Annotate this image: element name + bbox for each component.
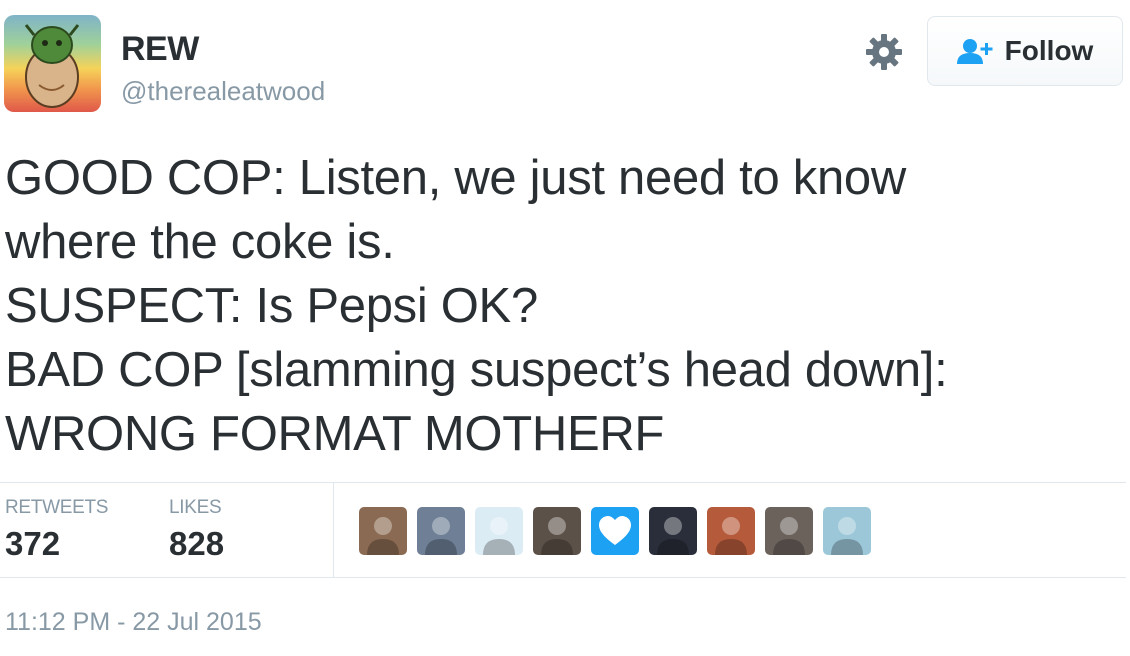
avatar-silhouette [425, 517, 457, 555]
likes-label: LIKES [169, 497, 222, 518]
avatar-silhouette [367, 517, 399, 555]
author-display-name[interactable]: REW [121, 30, 199, 69]
avatar-silhouette [831, 517, 863, 555]
likes-stat[interactable]: LIKES 828 [169, 497, 224, 563]
tweet-line: WRONG FORMAT MOTHERF [5, 407, 665, 461]
follow-button-label: Follow [1004, 35, 1094, 66]
tweet-line: where the coke is. [5, 215, 395, 269]
liker-avatar-4[interactable] [533, 507, 581, 555]
avatar-silhouette [657, 517, 689, 555]
retweets-label: RETWEETS [5, 497, 109, 518]
liker-avatar-3[interactable] [475, 507, 523, 555]
stats-divider [333, 483, 334, 577]
liker-avatar-2[interactable] [417, 507, 465, 555]
heart-icon [599, 516, 631, 545]
tweet-stats: RETWEETS 372 LIKES 828 [0, 482, 1126, 578]
author-avatar[interactable] [4, 15, 101, 112]
liker-avatar-9[interactable] [823, 507, 871, 555]
tweet-line: SUSPECT: Is Pepsi OK? [5, 279, 538, 333]
tweet-text: GOOD COP: Listen, we just need to know w… [5, 146, 1115, 466]
liker-avatar-8[interactable] [765, 507, 813, 555]
tweet-line: BAD COP [slamming suspect’s head down]: [5, 343, 948, 397]
author-handle[interactable]: @therealeatwood [121, 76, 325, 107]
likes-count: 828 [169, 525, 225, 562]
tweet-timestamp[interactable]: 11:12 PM - 22 Jul 2015 [5, 608, 262, 637]
liker-avatar-1[interactable] [359, 507, 407, 555]
retweets-count: 372 [5, 525, 61, 562]
gear-icon[interactable] [864, 32, 904, 72]
add-person-icon [956, 39, 993, 64]
avatar-silhouette [773, 517, 805, 555]
retweets-stat[interactable]: RETWEETS 372 [5, 497, 108, 563]
avatar-silhouette [715, 517, 747, 555]
avatar-silhouette [483, 517, 515, 555]
follow-button[interactable]: Follow [927, 16, 1123, 86]
tweet-line: GOOD COP: Listen, we just need to know [5, 151, 906, 205]
liker-avatar-6[interactable] [649, 507, 697, 555]
liker-avatar-7[interactable] [707, 507, 755, 555]
avatar-illustration [24, 24, 80, 108]
liker-avatar-5[interactable] [591, 507, 639, 555]
avatar-silhouette [541, 517, 573, 555]
